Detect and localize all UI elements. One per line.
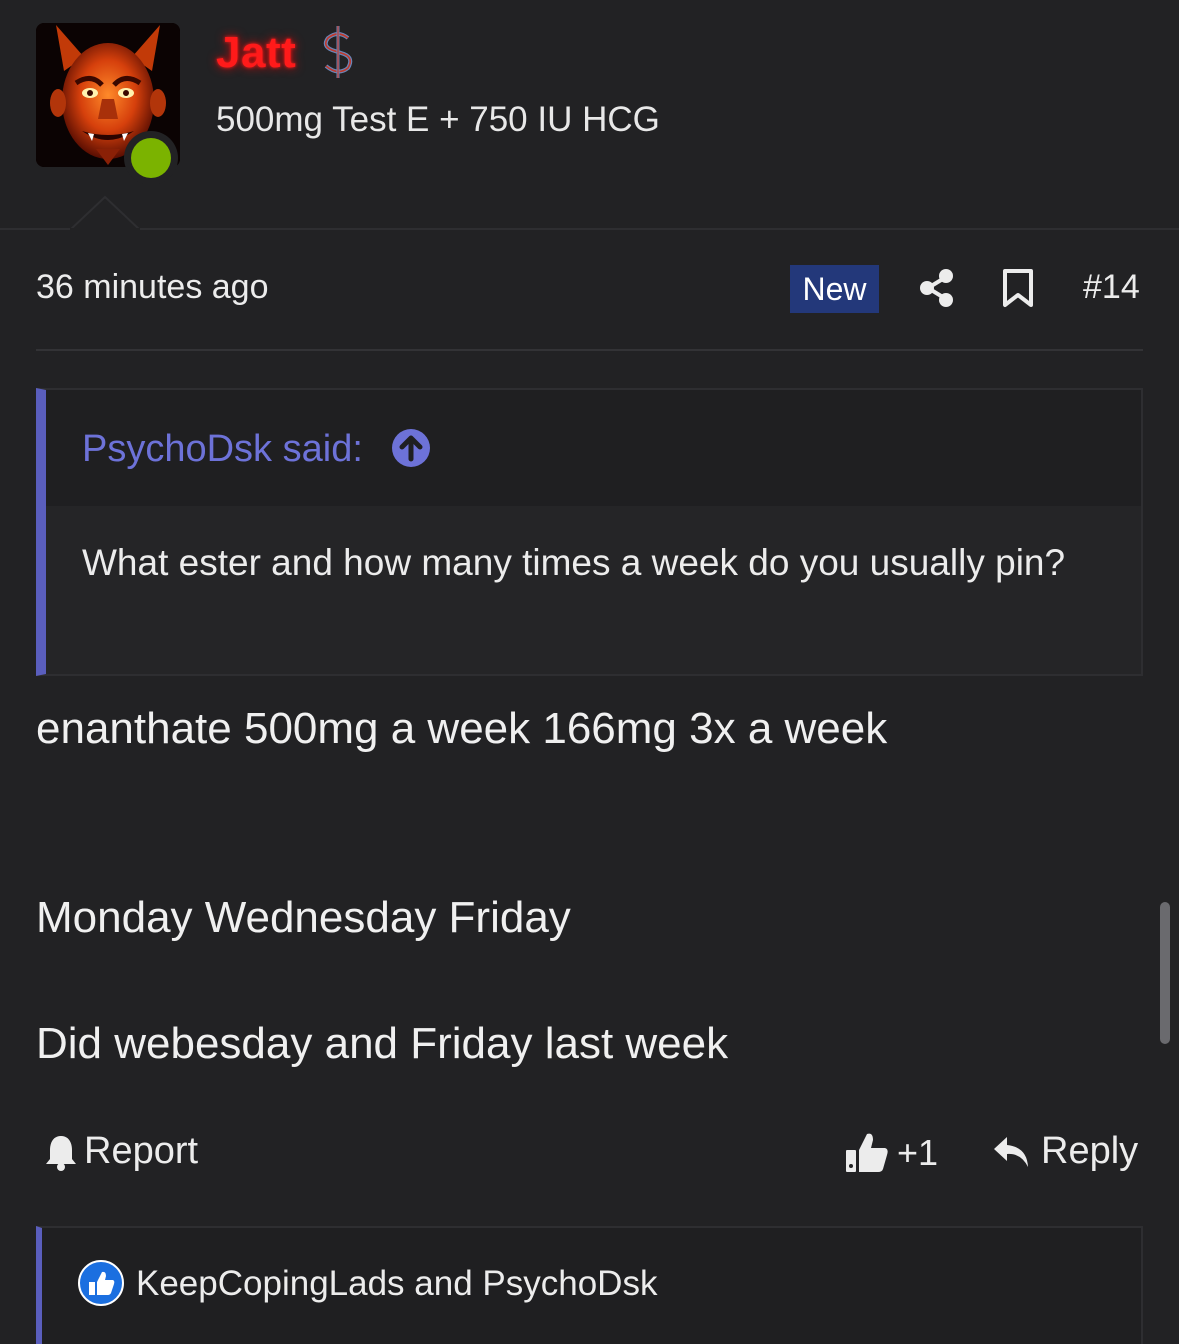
scrollbar[interactable] <box>1160 902 1170 1044</box>
username[interactable]: Jatt <box>216 28 296 78</box>
divider <box>36 349 1143 351</box>
like-count[interactable]: +1 <box>897 1132 938 1174</box>
reply-icon[interactable] <box>993 1135 1031 1169</box>
post-timestamp[interactable]: 36 minutes ago <box>36 268 269 307</box>
reaction-users[interactable]: KeepCopingLads and PsychoDsk <box>136 1264 657 1304</box>
new-badge: New <box>790 265 879 313</box>
dollar-sign-icon <box>323 26 353 78</box>
bookmark-icon[interactable] <box>1000 268 1036 308</box>
jump-to-quote-icon[interactable] <box>391 428 431 468</box>
forum-post: Jatt 500mg Test E + 750 IU HCG 36 minute… <box>0 0 1179 1344</box>
report-button[interactable]: Report <box>84 1130 198 1173</box>
post-number[interactable]: #14 <box>1083 268 1140 307</box>
post-body-line: Did webesday and Friday last week <box>36 1019 729 1068</box>
user-header: Jatt 500mg Test E + 750 IU HCG <box>0 0 1179 230</box>
quote-header: PsychoDsk said: <box>46 390 1141 506</box>
quote-author[interactable]: PsychoDsk said: <box>82 428 363 471</box>
thumbs-up-icon[interactable] <box>845 1130 889 1174</box>
quote-block: PsychoDsk said: What ester and how many … <box>36 388 1143 676</box>
post-body-line: Monday Wednesday Friday <box>36 893 571 942</box>
reactions-bar: KeepCopingLads and PsychoDsk <box>36 1226 1143 1344</box>
online-status-indicator <box>124 131 178 185</box>
post-body-line: enanthate 500mg a week 166mg 3x a week <box>36 704 888 753</box>
bell-icon[interactable] <box>44 1134 78 1172</box>
header-pointer <box>70 195 140 230</box>
user-title: 500mg Test E + 750 IU HCG <box>216 100 660 139</box>
share-icon[interactable] <box>918 268 956 308</box>
quote-text: What ester and how many times a week do … <box>82 542 1066 583</box>
reply-button[interactable]: Reply <box>1041 1130 1138 1173</box>
like-reaction-icon <box>78 1260 124 1306</box>
